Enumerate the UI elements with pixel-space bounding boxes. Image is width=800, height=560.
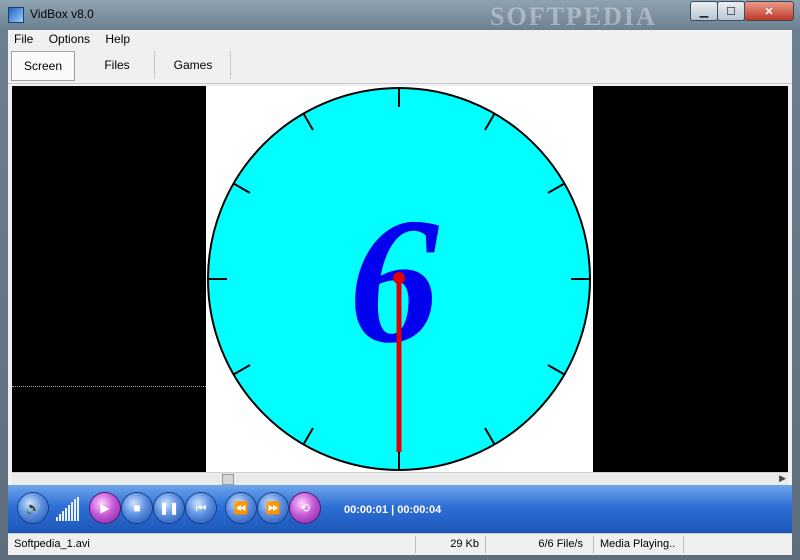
app-icon [8, 7, 24, 23]
status-rate: 6/6 File/s [486, 536, 594, 553]
status-size: 29 Kb [416, 536, 486, 553]
speaker-icon[interactable]: 🔊 [18, 493, 48, 523]
close-button[interactable]: ✕ [744, 1, 794, 21]
volume-bars-icon[interactable] [56, 497, 82, 521]
maximize-button[interactable]: ☐ [717, 1, 745, 21]
minimize-button[interactable]: ▁ [690, 1, 718, 21]
fast-forward-icon[interactable]: ⏩ [258, 493, 288, 523]
video-frame: 6 [206, 86, 593, 472]
title-bar[interactable]: VidBox v8.0 SOFTPEDIA ▁ ☐ ✕ [0, 0, 800, 31]
status-state: Media Playing.. [594, 536, 684, 553]
tab-files[interactable]: Files [80, 51, 155, 79]
stop-icon[interactable]: ■ [122, 493, 152, 523]
play-icon[interactable]: ▶ [90, 493, 120, 523]
repeat-icon[interactable]: ⟲ [290, 493, 320, 523]
window-title: VidBox v8.0 [30, 7, 94, 21]
menu-file[interactable]: File [8, 30, 39, 46]
countdown-clock: 6 [207, 87, 591, 471]
horizontal-scrollbar[interactable]: ▶ [12, 472, 788, 485]
video-viewport[interactable]: 6 [12, 86, 788, 472]
player-controls: 🔊 ▶ ■ ❚❚ ⏮ ⏪ ⏩ ⟲ 00:00:01 | 00:00:04 [8, 485, 792, 533]
client-area: File Options Help Screen Files Games 6 ▶… [8, 30, 792, 555]
tab-strip: Screen Files Games [8, 49, 792, 84]
watermark: SOFTPEDIA [490, 2, 657, 31]
tab-games[interactable]: Games [156, 51, 231, 79]
menu-bar: File Options Help [8, 30, 792, 49]
scroll-right-arrow[interactable]: ▶ [779, 473, 786, 484]
scrollbar-thumb[interactable] [222, 474, 234, 485]
app-window: VidBox v8.0 SOFTPEDIA ▁ ☐ ✕ File Options… [0, 0, 800, 560]
tab-screen[interactable]: Screen [11, 51, 75, 81]
status-bar: Softpedia_1.avi 29 Kb 6/6 File/s Media P… [8, 533, 792, 555]
skip-back-icon[interactable]: ⏮ [186, 493, 216, 523]
status-filename: Softpedia_1.avi [8, 536, 416, 553]
menu-options[interactable]: Options [43, 30, 96, 46]
divider-line [12, 386, 206, 388]
menu-help[interactable]: Help [99, 30, 136, 46]
pause-icon[interactable]: ❚❚ [154, 493, 184, 523]
rewind-icon[interactable]: ⏪ [226, 493, 256, 523]
clock-hub [393, 272, 405, 284]
time-display: 00:00:01 | 00:00:04 [344, 504, 442, 516]
